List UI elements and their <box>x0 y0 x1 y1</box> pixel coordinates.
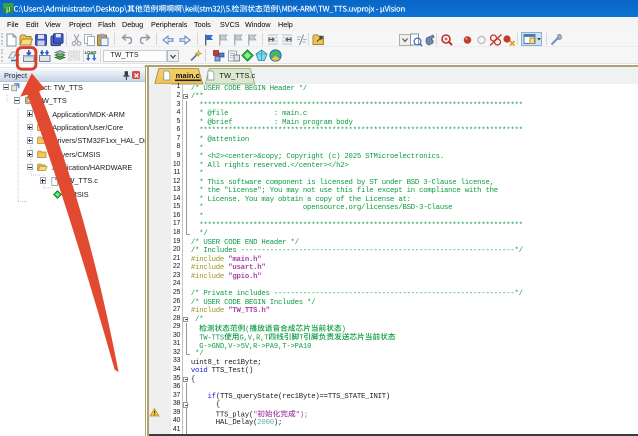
svg-text:µ: µ <box>6 5 11 14</box>
svg-text:main.c: main.c <box>175 70 200 79</box>
svg-text:TW_TTS.c: TW_TTS.c <box>219 70 255 79</box>
